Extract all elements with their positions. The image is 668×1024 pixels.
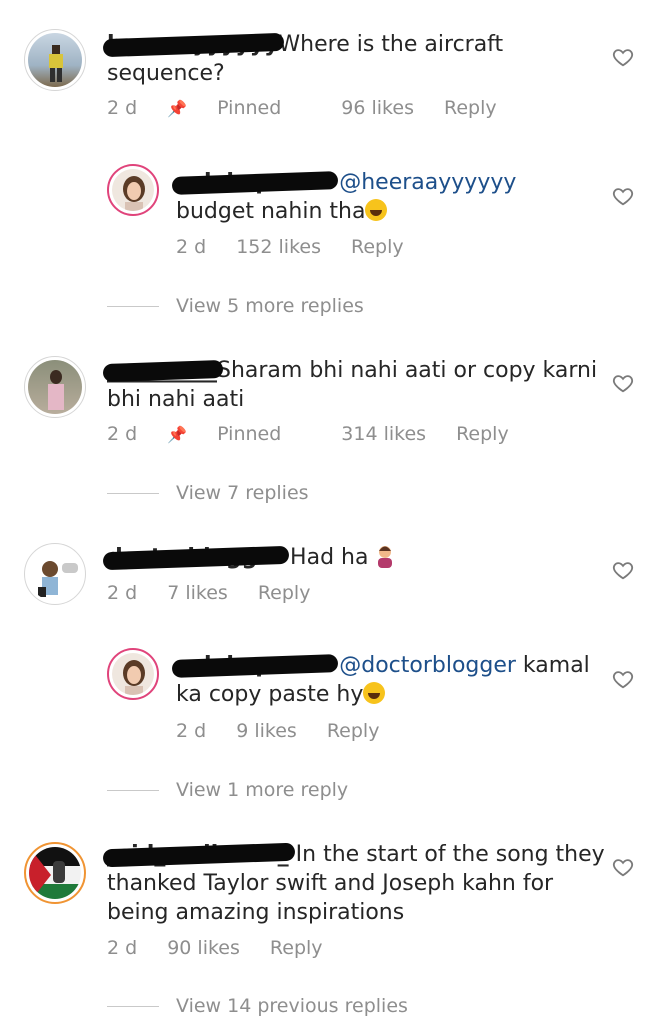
- comment-text: doctorblogger Had ha: [102, 543, 617, 572]
- comment-meta: 2 d 9 likes Reply: [176, 720, 409, 742]
- avatar[interactable]: [107, 164, 159, 216]
- divider: [107, 1006, 159, 1007]
- username[interactable]: __________: [102, 356, 224, 385]
- likes-count[interactable]: 7 likes: [167, 582, 228, 604]
- avatar[interactable]: [24, 356, 86, 418]
- comment-text: _sid_malhotra_ In the start of the song …: [102, 840, 617, 927]
- timestamp: 2 d: [176, 236, 207, 258]
- comment-meta: 2 d 152 likes Reply: [176, 236, 434, 258]
- username[interactable]: celebspower: [171, 651, 339, 680]
- reply-button[interactable]: Reply: [327, 720, 380, 742]
- view-more-replies[interactable]: View 1 more reply: [107, 779, 348, 801]
- reply-button[interactable]: Reply: [270, 937, 323, 959]
- reply-button[interactable]: Reply: [444, 97, 497, 119]
- likes-count[interactable]: 9 likes: [236, 720, 297, 742]
- divider: [107, 306, 159, 307]
- timestamp: 2 d: [107, 582, 138, 604]
- avatar[interactable]: [24, 543, 86, 605]
- likes-count[interactable]: 96 likes: [341, 97, 414, 119]
- view-more-replies[interactable]: View 5 more replies: [107, 295, 364, 317]
- comment-text: __________Sharam bhi nahi aati or copy k…: [102, 356, 617, 414]
- pin-icon: 📌: [167, 425, 188, 444]
- timestamp: 2 d: [176, 720, 207, 742]
- heart-outline-icon[interactable]: [612, 856, 634, 878]
- heart-outline-icon[interactable]: [612, 559, 634, 581]
- heart-outline-icon[interactable]: [612, 668, 634, 690]
- comment-text: celebspower @heeraayyyyyy budget nahin t…: [171, 168, 596, 226]
- comment-meta: 2 d 📌 Pinned 314 likes Reply: [107, 423, 539, 445]
- facepalm-emoji-icon: [375, 544, 395, 568]
- avatar[interactable]: [24, 842, 86, 904]
- reply-button[interactable]: Reply: [258, 582, 311, 604]
- username[interactable]: doctorblogger: [102, 543, 290, 572]
- likes-count[interactable]: 152 likes: [236, 236, 321, 258]
- avatar[interactable]: [107, 648, 159, 700]
- mention-link[interactable]: @doctorblogger: [339, 653, 516, 678]
- username[interactable]: heeraayyyyyy: [102, 30, 285, 59]
- comment-text: celebspower @doctorblogger kamal ka copy…: [171, 651, 596, 709]
- pinned-label: 📌 Pinned: [167, 97, 282, 119]
- timestamp: 2 d: [107, 423, 138, 445]
- heart-outline-icon[interactable]: [612, 46, 634, 68]
- comment-meta: 2 d 📌 Pinned 96 likes Reply: [107, 97, 527, 119]
- username[interactable]: _sid_malhotra_: [102, 840, 295, 869]
- pinned-label: 📌 Pinned: [167, 423, 282, 445]
- reply-button[interactable]: Reply: [351, 236, 404, 258]
- heart-outline-icon[interactable]: [612, 185, 634, 207]
- likes-count[interactable]: 314 likes: [341, 423, 426, 445]
- comment-text: heeraayyyyyyWhere is the aircraft sequen…: [102, 30, 617, 88]
- reply-button[interactable]: Reply: [456, 423, 509, 445]
- mention-link[interactable]: @heeraayyyyyy: [339, 170, 516, 195]
- likes-count[interactable]: 90 likes: [167, 937, 240, 959]
- view-more-replies[interactable]: View 7 replies: [107, 482, 309, 504]
- comment-meta: 2 d 7 likes Reply: [107, 582, 340, 604]
- divider: [107, 790, 159, 791]
- username[interactable]: celebspower: [171, 168, 339, 197]
- avatar[interactable]: [24, 29, 86, 91]
- comment-meta: 2 d 90 likes Reply: [107, 937, 353, 959]
- heart-outline-icon[interactable]: [612, 372, 634, 394]
- pin-icon: 📌: [167, 99, 188, 118]
- view-previous-replies[interactable]: View 14 previous replies: [107, 995, 408, 1017]
- timestamp: 2 d: [107, 97, 138, 119]
- laughing-emoji-icon: [365, 199, 388, 221]
- divider: [107, 493, 159, 494]
- timestamp: 2 d: [107, 937, 138, 959]
- laughing-emoji-icon: [363, 682, 386, 704]
